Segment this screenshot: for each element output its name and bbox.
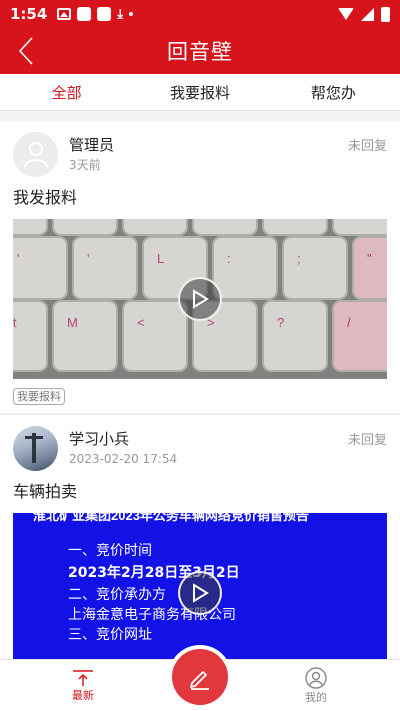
nav-latest-label: 最新 — [72, 689, 94, 702]
notice-line: 二、竞价承办方 — [68, 586, 166, 603]
system-icons — [338, 6, 390, 22]
author-name: 管理员 — [69, 135, 115, 154]
play-button[interactable] — [178, 571, 222, 615]
avatar[interactable] — [13, 425, 58, 471]
chevron-left-icon — [18, 37, 33, 65]
page-title: 回音壁 — [167, 40, 233, 64]
divider — [0, 111, 400, 121]
author-name: 学习小兵 — [69, 429, 130, 448]
post-tag[interactable]: 我要报料 — [13, 388, 65, 405]
notice-headline: 淮北矿业集团2023年公务车辆网络竞价销售预告 — [32, 513, 309, 523]
play-icon — [193, 583, 209, 603]
app-notification-icon — [77, 7, 92, 21]
battery-icon — [381, 6, 390, 22]
play-icon — [193, 289, 209, 309]
post-time: 3天前 — [69, 157, 101, 172]
avatar[interactable] — [13, 131, 58, 177]
download-icon: ⤓ — [117, 6, 124, 22]
post-feed[interactable]: 管理员 3天前 未回复 我发报料 ''L:;"EntM<>?/ 我要报料 — [0, 111, 400, 659]
nav-latest[interactable]: 最新 — [48, 660, 118, 711]
signal-icon — [361, 7, 374, 21]
video-thumbnail[interactable]: 淮北矿业集团2023年公务车辆网络竞价销售预告 一、竞价时间 2023年2月28… — [13, 513, 387, 659]
app-notification-icon — [97, 7, 112, 21]
nav-mine[interactable]: 我的 — [281, 660, 351, 711]
post-title[interactable]: 我发报料 — [13, 187, 387, 219]
reply-status: 未回复 — [347, 139, 387, 154]
play-button[interactable] — [178, 277, 222, 321]
post-card[interactable]: 管理员 3天前 未回复 我发报料 ''L:;"EntM<>?/ 我要报料 — [0, 121, 400, 413]
status-time: 1:54 — [10, 5, 48, 23]
user-placeholder-icon — [23, 142, 48, 168]
post-card[interactable]: 学习小兵 2023-02-20 17:54 未回复 车辆拍卖 淮北矿业集团202… — [0, 415, 400, 659]
image-notification-icon — [57, 8, 72, 20]
post-meta: 学习小兵 2023-02-20 17:54 — [69, 429, 177, 468]
compose-button[interactable] — [172, 649, 228, 705]
notification-icons: ⤓ — [57, 6, 134, 22]
video-thumbnail[interactable]: ''L:;"EntM<>?/ — [13, 219, 387, 379]
app-header: 回音壁 — [0, 28, 400, 74]
more-notifications-icon — [129, 12, 134, 16]
tab-report[interactable]: 我要报料 — [133, 74, 266, 110]
category-tabs: 全部 我要报料 帮您办 — [0, 74, 400, 111]
wifi-icon — [338, 8, 354, 20]
post-time: 2023-02-20 17:54 — [69, 451, 178, 466]
back-button[interactable] — [8, 32, 44, 70]
notice-line: 三、竞价网址 — [68, 626, 152, 643]
tab-all[interactable]: 全部 — [0, 74, 133, 110]
nav-mine-label: 我的 — [305, 691, 327, 704]
pencil-icon — [190, 671, 209, 690]
reply-status: 未回复 — [347, 433, 387, 448]
status-bar: 1:54 ⤓ — [0, 0, 400, 28]
post-header: 管理员 3天前 未回复 — [13, 121, 387, 187]
post-header: 学习小兵 2023-02-20 17:54 未回复 — [13, 415, 387, 481]
profile-icon — [305, 667, 327, 689]
tab-help[interactable]: 帮您办 — [267, 74, 400, 110]
post-meta: 管理员 3天前 — [69, 135, 114, 174]
notice-line: 一、竞价时间 — [68, 542, 152, 559]
post-title[interactable]: 车辆拍卖 — [13, 481, 387, 513]
latest-icon — [73, 670, 93, 686]
